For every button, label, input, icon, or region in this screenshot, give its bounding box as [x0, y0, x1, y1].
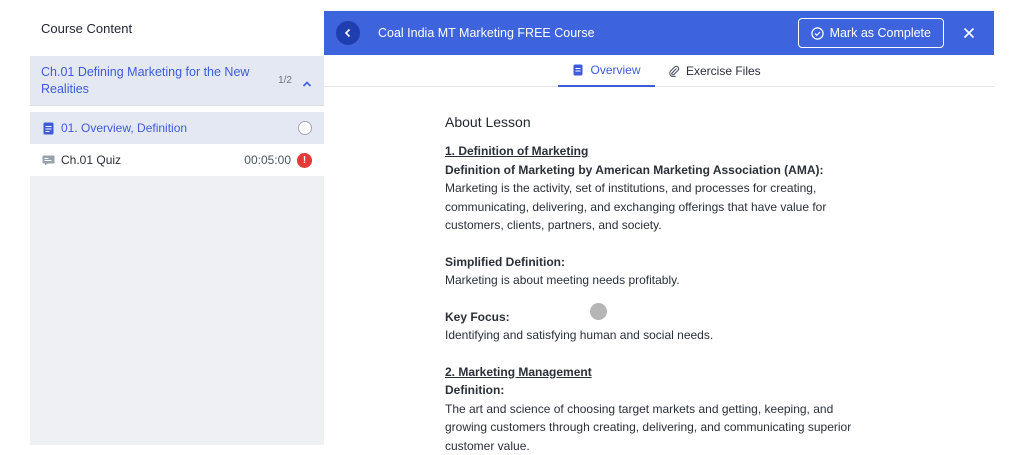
- lesson-tabs: Overview Exercise Files: [324, 55, 994, 87]
- lesson-title: 01. Overview, Definition: [61, 121, 298, 135]
- quiz-icon: [41, 153, 55, 167]
- section-subheading: Definition:: [445, 381, 875, 400]
- spacer: [445, 290, 875, 308]
- chevron-up-icon[interactable]: [302, 76, 312, 86]
- spacer: [445, 235, 875, 253]
- section-subheading: Key Focus:: [445, 308, 875, 327]
- paragraph-line: Marketing is the activity, set of instit…: [445, 179, 875, 198]
- lesson-item[interactable]: 01. Overview, Definition: [30, 112, 324, 144]
- lesson-item[interactable]: Ch.01 Quiz 00:05:00 !: [30, 144, 324, 176]
- tab-label: Overview: [590, 63, 640, 77]
- tab-exercise-files[interactable]: Exercise Files: [668, 55, 761, 87]
- tab-label: Exercise Files: [686, 64, 761, 78]
- chevron-left-icon: [343, 28, 353, 38]
- document-icon: [572, 64, 584, 76]
- topic-title: Ch.01 Defining Marketing for the New Rea…: [41, 64, 278, 98]
- paragraph-line: customers, clients, partners, and societ…: [445, 216, 875, 235]
- paragraph-line: customer value.: [445, 437, 875, 455]
- section-subheading: Definition of Marketing by American Mark…: [445, 161, 875, 180]
- cursor-indicator: [590, 303, 607, 320]
- mark-as-complete-label: Mark as Complete: [830, 26, 931, 40]
- lesson-complete-radio[interactable]: [298, 121, 312, 135]
- mark-as-complete-button[interactable]: Mark as Complete: [798, 18, 944, 48]
- section-heading: 1. Definition of Marketing: [445, 142, 875, 161]
- document-icon: [41, 121, 55, 135]
- sidebar-title: Course Content: [30, 0, 324, 56]
- paragraph-line: communicating, delivering, and exchangin…: [445, 198, 875, 217]
- lesson-title: Ch.01 Quiz: [61, 153, 244, 167]
- topic-progress-count: 1/2: [278, 75, 292, 86]
- paragraph-line: The art and science of choosing target m…: [445, 400, 875, 419]
- close-icon: [963, 27, 975, 39]
- spacer: [445, 345, 875, 363]
- paragraph-line: Marketing is about meeting needs profita…: [445, 271, 875, 290]
- lesson-topbar: Coal India MT Marketing FREE Course Mark…: [324, 11, 994, 55]
- check-circle-icon: [811, 27, 824, 40]
- alert-icon: !: [297, 153, 312, 168]
- section-subheading: Simplified Definition:: [445, 253, 875, 272]
- topic-header[interactable]: Ch.01 Defining Marketing for the New Rea…: [30, 56, 324, 106]
- paragraph-line: Identifying and satisfying human and soc…: [445, 326, 875, 345]
- back-button[interactable]: [336, 21, 360, 45]
- lesson-duration: 00:05:00: [244, 153, 291, 167]
- close-button[interactable]: [962, 26, 976, 40]
- paperclip-icon: [668, 65, 680, 77]
- course-title: Coal India MT Marketing FREE Course: [378, 26, 798, 40]
- section-heading: 2. Marketing Management: [445, 363, 875, 382]
- course-content-sidebar: Course Content Ch.01 Defining Marketing …: [30, 0, 324, 445]
- lesson-content: About Lesson 1. Definition of Marketing …: [445, 112, 875, 455]
- tab-overview[interactable]: Overview: [558, 55, 655, 87]
- about-lesson-heading: About Lesson: [445, 112, 875, 132]
- paragraph-line: growing customers through creating, deli…: [445, 418, 875, 437]
